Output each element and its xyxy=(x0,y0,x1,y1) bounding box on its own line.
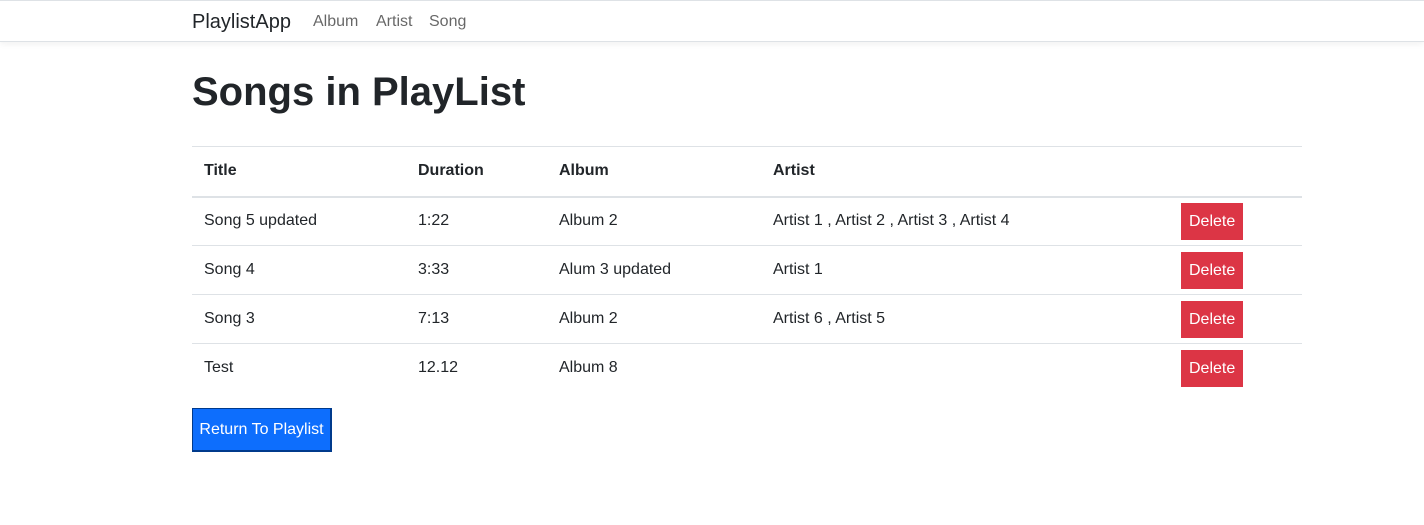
cell-title: Song 5 updated xyxy=(192,196,406,246)
top-navbar: PlaylistApp Album Artist Song xyxy=(0,0,1424,42)
header-action xyxy=(1169,146,1302,198)
header-duration: Duration xyxy=(406,146,547,198)
table-row: Song 4 3:33 Alum 3 updated Artist 1 Dele… xyxy=(192,245,1302,295)
nav-link-album[interactable]: Album xyxy=(313,13,358,31)
header-album: Album xyxy=(547,146,761,198)
page-title: Songs in PlayList xyxy=(192,70,526,114)
cell-album: Album 2 xyxy=(547,294,761,344)
nav-link-artist[interactable]: Artist xyxy=(376,13,412,31)
cell-artist: Artist 1 , Artist 2 , Artist 3 , Artist … xyxy=(761,196,1169,246)
cell-duration: 3:33 xyxy=(406,245,547,295)
delete-button[interactable]: Delete xyxy=(1181,349,1244,387)
songs-table: Title Duration Album Artist Song 5 updat… xyxy=(192,146,1302,393)
table-header-row: Title Duration Album Artist xyxy=(192,146,1302,198)
cell-duration: 7:13 xyxy=(406,294,547,344)
cell-artist xyxy=(761,343,1169,393)
delete-button[interactable]: Delete xyxy=(1181,202,1244,240)
cell-album: Album 8 xyxy=(547,343,761,393)
cell-album: Album 2 xyxy=(547,196,761,246)
cell-action: Delete xyxy=(1169,196,1302,246)
cell-duration: 1:22 xyxy=(406,196,547,246)
cell-title: Song 3 xyxy=(192,294,406,344)
cell-artist: Artist 1 xyxy=(761,245,1169,295)
cell-action: Delete xyxy=(1169,245,1302,295)
cell-duration: 12.12 xyxy=(406,343,547,393)
return-to-playlist-button[interactable]: Return To Playlist xyxy=(192,408,332,452)
table-row: Test 12.12 Album 8 Delete xyxy=(192,343,1302,393)
cell-action: Delete xyxy=(1169,294,1302,344)
nav-link-song[interactable]: Song xyxy=(429,13,466,31)
header-artist: Artist xyxy=(761,146,1169,198)
cell-title: Test xyxy=(192,343,406,393)
cell-action: Delete xyxy=(1169,343,1302,393)
cell-artist: Artist 6 , Artist 5 xyxy=(761,294,1169,344)
table-row: Song 3 7:13 Album 2 Artist 6 , Artist 5 … xyxy=(192,294,1302,344)
delete-button[interactable]: Delete xyxy=(1181,251,1244,289)
brand-link[interactable]: PlaylistApp xyxy=(192,11,291,34)
cell-album: Alum 3 updated xyxy=(547,245,761,295)
delete-button[interactable]: Delete xyxy=(1181,300,1244,338)
table-row: Song 5 updated 1:22 Album 2 Artist 1 , A… xyxy=(192,196,1302,246)
header-title: Title xyxy=(192,146,406,198)
cell-title: Song 4 xyxy=(192,245,406,295)
